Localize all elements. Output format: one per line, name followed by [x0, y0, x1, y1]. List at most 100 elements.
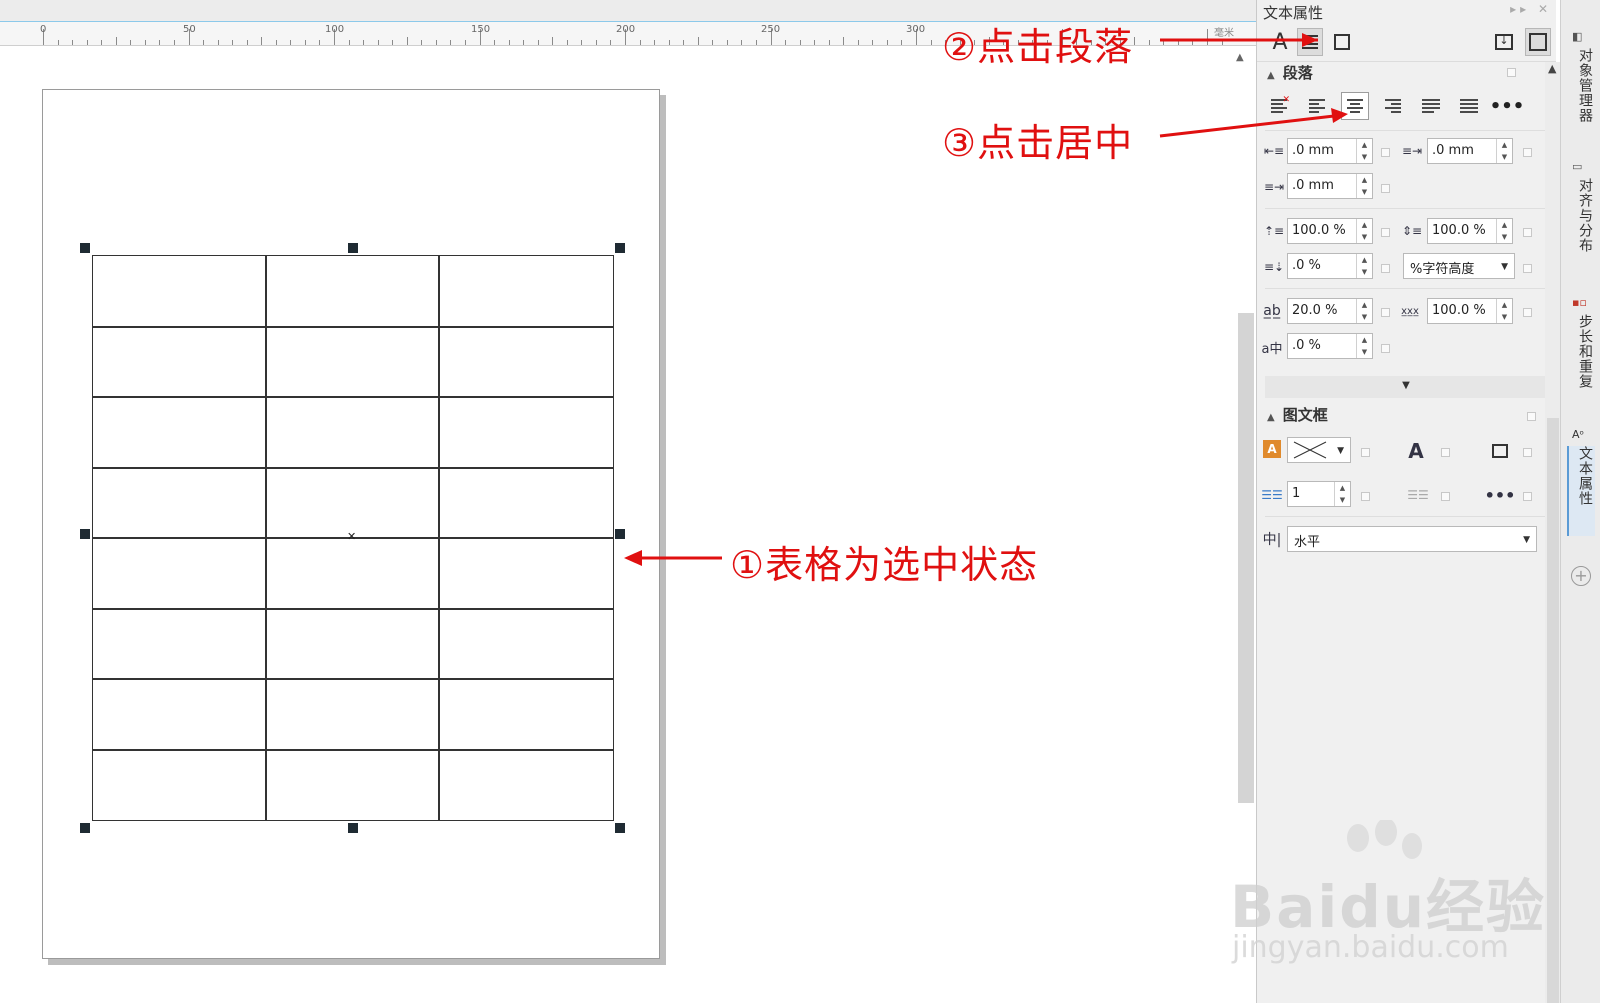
selection-handle-left[interactable] — [80, 529, 90, 539]
spinner-arrows[interactable]: ▲ ▼ — [1356, 139, 1372, 163]
text-direction-dropdown[interactable]: 水平 ▼ — [1287, 526, 1537, 552]
right-indent-field[interactable]: .0 mm ▲ ▼ — [1287, 173, 1373, 199]
field-lock[interactable] — [1523, 492, 1532, 501]
field-lock[interactable] — [1523, 264, 1532, 273]
ruler-label: 0 — [40, 24, 47, 35]
expand-section-chevron-icon[interactable]: ▼ — [1265, 376, 1547, 398]
ruler-tick — [697, 37, 699, 45]
before-spacing-field[interactable]: 100.0 % ▲ ▼ — [1287, 218, 1373, 244]
left-indent-field[interactable]: .0 mm ▲ ▼ — [1287, 138, 1373, 164]
spinner-arrows[interactable]: ▲ ▼ — [1496, 219, 1512, 243]
line-spacing-field[interactable]: 100.0 % ▲ ▼ — [1427, 218, 1513, 244]
baidu-watermark-url: jingyan.baidu.com — [1232, 930, 1509, 965]
panel-scrollbar-thumb[interactable] — [1547, 418, 1559, 1003]
selection-handle-right[interactable] — [615, 529, 625, 539]
ruler-tick — [1221, 40, 1223, 45]
frame-background-color-icon[interactable]: A — [1263, 440, 1281, 458]
paragraph-section-header[interactable]: ▲ 段落 — [1267, 62, 1313, 83]
selection-handle-top[interactable] — [348, 243, 358, 253]
language-spacing-value[interactable]: .0 % — [1288, 334, 1356, 358]
columns-value[interactable]: 1 — [1288, 482, 1334, 506]
text-frame-style-icon[interactable]: A — [1405, 439, 1427, 463]
first-line-indent-field[interactable]: .0 mm ▲ ▼ — [1427, 138, 1513, 164]
columns-field[interactable]: 1 ▲ ▼ — [1287, 481, 1351, 507]
field-lock[interactable] — [1361, 448, 1370, 457]
tab-object-manager[interactable]: 对象管理器 — [1567, 48, 1595, 148]
spinner-arrows[interactable]: ▲ ▼ — [1356, 219, 1372, 243]
align-full-justify-button[interactable] — [1417, 92, 1445, 120]
char-spacing-value[interactable]: 20.0 % — [1288, 299, 1356, 323]
word-spacing-value[interactable]: 100.0 % — [1428, 299, 1496, 323]
align-none-button[interactable]: ✕ — [1265, 92, 1293, 120]
field-lock[interactable] — [1441, 448, 1450, 457]
word-spacing-field[interactable]: 100.0 % ▲ ▼ — [1427, 298, 1513, 324]
column-settings-icon[interactable]: ☰☰ — [1407, 484, 1429, 506]
field-lock[interactable] — [1523, 148, 1532, 157]
after-spacing-value[interactable]: .0 % — [1288, 254, 1356, 278]
spinner-arrows[interactable]: ▲ ▼ — [1334, 482, 1350, 506]
import-icon[interactable]: ↓ — [1491, 28, 1517, 56]
selection-handle-bottom-right[interactable] — [615, 823, 625, 833]
after-spacing-field[interactable]: .0 % ▲ ▼ — [1287, 253, 1373, 279]
language-spacing-field[interactable]: .0 % ▲ ▼ — [1287, 333, 1373, 359]
tab-align-distribute[interactable]: 对齐与分布 — [1567, 178, 1595, 278]
field-lock[interactable] — [1381, 344, 1390, 353]
more-options-icon[interactable]: ••• — [1485, 484, 1516, 506]
selection-handle-top-right[interactable] — [615, 243, 625, 253]
spinner-arrows[interactable]: ▲ ▼ — [1356, 254, 1372, 278]
spinner-arrows[interactable]: ▲ ▼ — [1496, 139, 1512, 163]
field-lock[interactable] — [1381, 228, 1390, 237]
right-indent-value[interactable]: .0 mm — [1288, 174, 1356, 198]
more-options-icon[interactable]: ••• — [1490, 92, 1525, 120]
field-lock[interactable] — [1361, 492, 1370, 501]
table-row-line — [93, 678, 613, 680]
spinner-arrows[interactable]: ▲ ▼ — [1496, 299, 1512, 323]
character-icon[interactable]: A — [1267, 28, 1293, 56]
canvas-scrollbar-thumb[interactable] — [1238, 313, 1254, 803]
annotation-click-paragraph: ②点击段落 — [942, 25, 1134, 69]
field-lock[interactable] — [1381, 308, 1390, 317]
before-spacing-value[interactable]: 100.0 % — [1288, 219, 1356, 243]
chevron-up-icon[interactable]: ▲ — [1236, 52, 1244, 63]
frame-icon[interactable] — [1329, 28, 1355, 56]
add-docker-icon[interactable]: + — [1571, 566, 1591, 586]
char-spacing-field[interactable]: 20.0 % ▲ ▼ — [1287, 298, 1373, 324]
selection-handle-bottom-left[interactable] — [80, 823, 90, 833]
field-lock[interactable] — [1523, 228, 1532, 237]
field-lock[interactable] — [1381, 184, 1390, 193]
frame-section-header[interactable]: ▲ 图文框 — [1267, 404, 1328, 425]
section-lock[interactable] — [1507, 68, 1516, 77]
spinner-arrows[interactable]: ▲ ▼ — [1356, 174, 1372, 198]
section-lock[interactable] — [1527, 412, 1536, 421]
frame-resize-icon[interactable] — [1489, 440, 1511, 462]
paragraph-icon[interactable] — [1297, 28, 1323, 56]
tab-text-properties[interactable]: 文本属性 — [1567, 446, 1595, 536]
panel-settings-icon[interactable] — [1525, 28, 1551, 56]
chevron-up-icon[interactable]: ▲ — [1548, 62, 1556, 75]
spinner-arrows[interactable]: ▲ ▼ — [1356, 299, 1372, 323]
align-center-button[interactable] — [1341, 92, 1369, 120]
selection-handle-bottom[interactable] — [348, 823, 358, 833]
panel-window-controls[interactable]: ▸▸ ✕ — [1510, 2, 1552, 16]
ruler-tick — [726, 40, 728, 45]
align-force-justify-button[interactable] — [1455, 92, 1483, 120]
field-lock[interactable] — [1381, 148, 1390, 157]
field-lock[interactable] — [1523, 308, 1532, 317]
line-spacing-value[interactable]: 100.0 % — [1428, 219, 1496, 243]
field-lock[interactable] — [1523, 448, 1532, 457]
first-line-indent-value[interactable]: .0 mm — [1428, 139, 1496, 163]
selection-handle-top-left[interactable] — [80, 243, 90, 253]
annotation-click-center: ③点击居中 — [942, 121, 1134, 165]
align-left-button[interactable] — [1303, 92, 1331, 120]
drawing-canvas[interactable]: ✕ ▲ — [0, 47, 1256, 1003]
spacing-unit-dropdown[interactable]: %字符高度 ▼ — [1403, 253, 1515, 279]
docker-side-tabs: ◧ 对象管理器 ▭ 对齐与分布 ▪▫ 步长和重复 Aᵒ 文本属性 + — [1560, 0, 1600, 1003]
frame-fill-dropdown[interactable]: ▼ — [1287, 437, 1351, 463]
field-lock[interactable] — [1441, 492, 1450, 501]
center-mark-icon[interactable]: ✕ — [347, 531, 356, 542]
field-lock[interactable] — [1381, 264, 1390, 273]
left-indent-value[interactable]: .0 mm — [1288, 139, 1356, 163]
spinner-arrows[interactable]: ▲ ▼ — [1356, 334, 1372, 358]
align-right-button[interactable] — [1379, 92, 1407, 120]
tab-step-repeat[interactable]: 步长和重复 — [1567, 314, 1595, 414]
